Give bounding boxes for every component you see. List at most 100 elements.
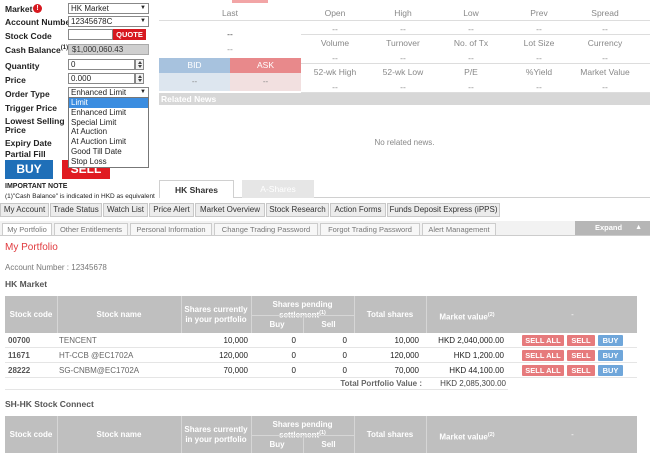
sub-nav: My Portfolio Other Entitlements Personal…	[0, 221, 650, 236]
account-select[interactable]: 12345678C ▼	[68, 16, 149, 27]
buy-row-button[interactable]: BUY	[598, 365, 623, 376]
tx-count-value: --	[468, 53, 474, 63]
order-type-option[interactable]: Limit	[69, 98, 148, 108]
sh-table-header: Stock code Stock name Shares currently i…	[5, 416, 508, 453]
page-title: My Portfolio	[5, 242, 58, 253]
price-label: Price	[5, 75, 26, 85]
tab-a-shares[interactable]: A-Shares	[242, 180, 314, 198]
divider	[181, 296, 182, 333]
info-icon[interactable]: !	[33, 4, 42, 13]
important-note-title: IMPORTANT NOTE	[5, 183, 68, 190]
nav-action-forms[interactable]: Action Forms	[330, 203, 386, 217]
open-label: Open	[324, 8, 346, 18]
prev-label: Prev	[530, 8, 548, 18]
col-sell: Sell	[321, 440, 336, 449]
low-label: Low	[463, 8, 479, 18]
order-type-dropdown: Limit Enhanced Limit Special Limit At Au…	[68, 97, 149, 168]
divider	[426, 296, 427, 333]
order-type-option[interactable]: At Auction Limit	[69, 137, 148, 147]
shares-current: 70,000	[223, 366, 248, 375]
subtab-my-portfolio[interactable]: My Portfolio	[2, 223, 52, 235]
divider	[251, 315, 354, 316]
col-current: Shares currently	[184, 425, 248, 434]
price-input[interactable]: 0.000	[68, 73, 135, 84]
col-stock-code: Stock code	[9, 430, 53, 439]
sell-all-button[interactable]: SELL ALL	[522, 365, 564, 376]
sell-all-button[interactable]: SELL ALL	[522, 335, 564, 346]
col-stock-name: Stock name	[96, 310, 142, 319]
order-type-option[interactable]: Enhanced Limit	[69, 108, 148, 118]
related-news-empty: No related news.	[374, 138, 435, 147]
col-current-2: in your portfolio	[185, 315, 247, 324]
divider	[251, 435, 354, 436]
tab-hk-shares[interactable]: HK Shares	[159, 180, 234, 198]
col-actions: -	[508, 296, 637, 333]
divider	[301, 34, 650, 35]
stock-code[interactable]: 00700	[8, 336, 30, 345]
pending-sell: 0	[342, 366, 347, 375]
order-type-option[interactable]: Good Till Date	[69, 147, 148, 157]
stock-code-input[interactable]	[68, 29, 113, 40]
last-value: --	[227, 29, 233, 39]
sell-all-button[interactable]: SELL ALL	[522, 350, 564, 361]
ask-value: --	[230, 73, 301, 91]
order-type-option[interactable]: Special Limit	[69, 118, 148, 128]
col-actions: -	[508, 416, 637, 453]
lot-size-value: --	[536, 53, 542, 63]
quantity-stepper[interactable]	[135, 59, 144, 70]
sell-row-button[interactable]: SELL	[567, 335, 595, 346]
sh-hk-title: SH-HK Stock Connect	[5, 399, 94, 409]
chevron-up-icon: ▲	[635, 224, 642, 231]
expand-button[interactable]: Expand ▲	[575, 221, 650, 235]
subtab-other-entitlements[interactable]: Other Entitlements	[54, 223, 128, 235]
pe-label: P/E	[464, 67, 478, 77]
shares-current: 120,000	[219, 351, 248, 360]
pe-value: --	[468, 82, 474, 92]
related-news-header: Related News	[159, 93, 650, 105]
market-select[interactable]: HK Market ▼	[68, 3, 149, 14]
col-market-value: Market value(2)	[439, 312, 495, 322]
market-value: HKD 44,100.00	[449, 366, 504, 375]
volume-value: --	[332, 53, 338, 63]
hk-table-header: Stock code Stock name Shares currently i…	[5, 296, 508, 333]
nav-price-alert[interactable]: Price Alert	[149, 203, 194, 217]
buy-button[interactable]: BUY	[5, 160, 53, 179]
lowest-selling-label-2: Price	[5, 125, 26, 135]
quantity-input[interactable]: 0	[68, 59, 135, 70]
subtab-personal-information[interactable]: Personal Information	[130, 223, 212, 235]
quote-button[interactable]: QUOTE	[113, 29, 146, 40]
pending-sell: 0	[342, 351, 347, 360]
nav-trade-status[interactable]: Trade Status	[50, 203, 102, 217]
stock-code[interactable]: 11671	[8, 351, 30, 360]
subtab-change-trading-password[interactable]: Change Trading Password	[214, 223, 318, 235]
nav-market-overview[interactable]: Market Overview	[195, 203, 265, 217]
subtab-alert-management[interactable]: Alert Management	[422, 223, 496, 235]
chevron-down-icon: ▼	[140, 5, 146, 11]
nav-my-account[interactable]: My Account	[0, 203, 49, 217]
sell-row-button[interactable]: SELL	[567, 350, 595, 361]
subtab-forgot-trading-password[interactable]: Forgot Trading Password	[320, 223, 420, 235]
nav-funds-deposit[interactable]: Funds Deposit Express (iPPS)	[387, 203, 500, 217]
nav-stock-research[interactable]: Stock Research	[266, 203, 329, 217]
order-type-option[interactable]: Stop Loss	[69, 157, 148, 167]
pending-buy: 0	[291, 366, 296, 375]
stock-code[interactable]: 28222	[8, 366, 30, 375]
buy-row-button[interactable]: BUY	[598, 335, 623, 346]
nav-watch-list[interactable]: Watch List	[103, 203, 148, 217]
col-stock-code: Stock code	[9, 310, 53, 319]
account-line: Account Number : 12345678	[5, 263, 107, 272]
buy-row-button[interactable]: BUY	[598, 350, 623, 361]
lot-size-label: Lot Size	[523, 38, 555, 48]
pending-buy: 0	[291, 351, 296, 360]
total-shares: 10,000	[394, 336, 419, 345]
order-type-label: Order Type	[5, 89, 50, 99]
order-type-option[interactable]: At Auction	[69, 127, 148, 137]
turnover-value: --	[400, 53, 406, 63]
ask-header: ASK	[230, 58, 301, 73]
col-current: Shares currently	[184, 305, 248, 314]
bid-value: --	[159, 73, 230, 91]
52wk-high-value: --	[332, 82, 338, 92]
price-stepper[interactable]	[135, 73, 144, 84]
sell-row-button[interactable]: SELL	[567, 365, 595, 376]
table-row: 00700 TENCENT 10,000 0 0 10,000 HKD 2,04…	[5, 333, 637, 348]
